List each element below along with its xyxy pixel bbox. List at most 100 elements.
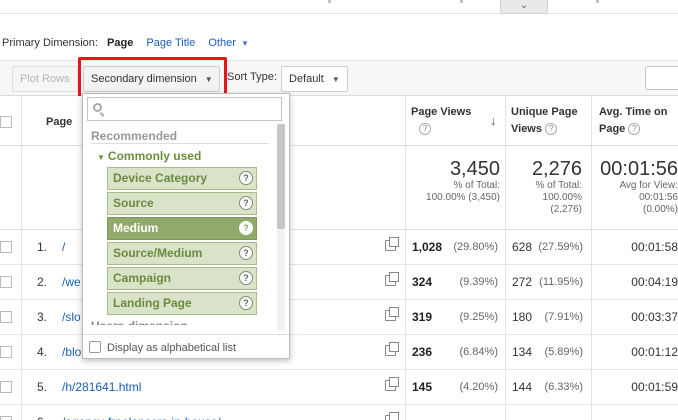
total-avg-time-delta: (0.00%) [642,204,678,215]
row-page-views-percent: (9.25%) [459,311,498,323]
dropdown-group-commonly-used[interactable]: ▼ Commonly used [97,149,201,163]
top-strip: ⌄ [0,0,678,14]
row-unique-page-views-percent: (5.89%) [544,346,583,358]
row-page-views-percent: (9.39%) [459,276,498,288]
row-checkbox[interactable] [0,241,12,253]
open-external-icon[interactable] [385,342,399,356]
dropdown-section-title: Recommended [91,129,178,143]
select-all-checkbox[interactable] [0,116,12,128]
dropdown-scrollbar-thumb[interactable] [277,124,285,229]
row-checkbox[interactable] [0,416,12,420]
dimension-option[interactable]: Source? [107,192,257,215]
total-page-views-caption: % of Total: [453,180,500,191]
dimension-option-label: Device Category [113,171,208,185]
column-divider [591,96,592,420]
row-unique-page-views-percent: (7.91%) [544,311,583,323]
row-page-views: 324 [412,275,433,289]
column-header-avg-time[interactable]: Avg. Time on Page ? [593,96,678,146]
row-unique-page-views: 272 [512,275,533,289]
column-header-page-label: Page [46,116,73,128]
open-external-icon[interactable] [385,377,399,391]
dimension-option-label: Medium [113,221,159,235]
dimension-option[interactable]: Source/Medium? [107,242,257,265]
row-page-views: 236 [412,345,433,359]
dimension-search-input[interactable] [110,100,278,118]
divider [91,143,269,144]
dimension-option-label: Source [113,196,154,210]
primary-dimension-bar: Primary Dimension: Page Page Title Other… [2,37,249,49]
row-avg-time: 00:03:37 [631,310,678,324]
help-icon[interactable]: ? [239,196,253,210]
row-checkbox[interactable] [0,311,12,323]
page-link[interactable]: /h/281641.html [62,380,141,394]
open-external-icon[interactable] [385,272,399,286]
sort-type-value: Default [289,73,324,85]
column-header-unique-page-views[interactable]: Unique Page Views ? [505,96,591,146]
dimension-option[interactable]: Campaign? [107,267,257,290]
row-checkbox[interactable] [0,276,12,288]
dimension-search[interactable] [87,97,282,121]
column-divider [405,96,406,420]
expand-triangle-icon: ▼ [97,153,105,162]
row-unique-page-views: 134 [512,345,533,359]
help-icon[interactable]: ? [239,271,253,285]
row-checkbox[interactable] [0,346,12,358]
help-icon[interactable]: ? [628,123,641,136]
help-icon[interactable]: ? [239,296,253,310]
collapse-chevron-button[interactable]: ⌄ [500,0,548,14]
page-link[interactable]: /agency-freelancers-in-house/ [62,415,221,420]
row-checkbox[interactable] [0,381,12,393]
help-icon[interactable]: ? [239,221,253,235]
page-link[interactable]: /we [62,275,81,289]
help-icon[interactable]: ? [419,123,431,136]
decor-dot [596,0,599,3]
row-number: 4. [37,345,48,359]
table-row: 5. /h/281641.html 145 (4.20%) 144 (6.33%) 00:0… [0,370,678,405]
row-unique-page-views-percent: (11.95%) [539,276,583,288]
open-external-icon[interactable] [385,412,399,420]
alphabetical-checkbox[interactable] [89,341,101,353]
alphabetical-label[interactable]: Display as alphabetical list [107,342,236,354]
help-icon[interactable]: ? [239,246,253,260]
sort-type-select[interactable]: Default ▼ [281,66,348,92]
primary-dimension-page-title[interactable]: Page Title [146,37,195,49]
row-unique-page-views: 144 [512,380,533,394]
page-link[interactable]: /blo [62,345,81,359]
primary-dimension-current: Page [107,37,134,49]
dimension-option[interactable]: Medium? [107,217,257,240]
dimension-option-label: Landing Page [113,296,192,310]
total-avg-time-value: 00:01:56 [600,158,678,180]
open-external-icon[interactable] [385,237,399,251]
page-link[interactable]: /slo [62,310,81,324]
row-unique-page-views-percent: (6.33%) [544,381,583,393]
total-avg-time-avg: 00:01:56 [639,192,678,203]
dimension-option[interactable]: Landing Page? [107,292,257,315]
open-external-icon[interactable] [385,307,399,321]
row-unique-page-views: 180 [512,310,533,324]
dimension-option[interactable]: Device Category? [107,167,257,190]
row-unique-page-views-percent: (27.59%) [538,241,583,253]
total-page-views-percent: 100.00% (3,450) [426,192,500,203]
page-link[interactable]: / [62,240,65,254]
row-page-views-percent: (4.20%) [459,381,498,393]
row-number: 3. [37,310,48,324]
row-page-views-percent: (29.80%) [453,241,498,253]
row-number: 6. [37,415,47,420]
row-number: 5. [37,380,48,394]
sort-descending-icon[interactable]: ↓ [490,113,497,128]
plot-rows-button[interactable]: Plot Rows [12,66,78,92]
primary-dimension-label: Primary Dimension: [2,37,98,49]
table-row: 6. /agency-freelancers-in-house/ [0,405,678,420]
help-icon[interactable]: ? [239,171,253,185]
row-page-views-percent: (6.84%) [459,346,498,358]
dropdown-group-label: Commonly used [107,149,202,163]
row-page-views: 145 [412,380,433,394]
chevron-down-icon: ▼ [331,75,340,84]
row-number: 1. [37,240,48,254]
chevron-down-icon[interactable]: ▼ [241,39,249,48]
table-filter-input[interactable] [645,66,678,90]
primary-dimension-other[interactable]: Other [208,37,236,49]
help-icon[interactable]: ? [545,123,558,136]
row-avg-time: 00:01:58 [631,240,678,254]
row-avg-time: 00:01:12 [631,345,678,359]
